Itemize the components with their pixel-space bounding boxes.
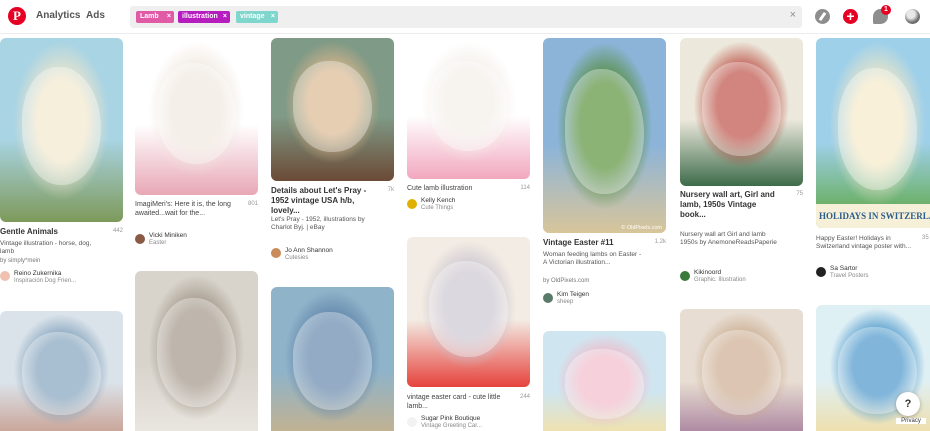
user-avatar[interactable]: [407, 199, 417, 209]
user-name[interactable]: Sugar Pink Boutique: [421, 415, 480, 422]
pin-save-count: 801: [247, 201, 258, 207]
pin-description: Nursery wall art Girl and lamb 1950s by …: [680, 231, 777, 246]
board-name[interactable]: Graphic. Illustration: [694, 277, 746, 283]
poster-banner: HOLIDAYS IN SWITZERLAND: [816, 204, 930, 228]
pin-save-count: 244: [519, 394, 530, 400]
pin-image[interactable]: [0, 38, 123, 222]
pin-image[interactable]: [0, 311, 123, 431]
pin-image[interactable]: [680, 38, 803, 186]
board-name[interactable]: Vintage Greeting Car...: [421, 423, 482, 429]
search-chip-lamb[interactable]: Lamb ×: [136, 11, 174, 23]
pin-title[interactable]: Details about Let's Pray - 1952 vintage …: [271, 186, 371, 216]
pin-source[interactable]: by OldPixels.com: [543, 278, 589, 284]
nav-analytics[interactable]: Analytics: [36, 10, 80, 21]
user-avatar[interactable]: [271, 248, 281, 258]
pin-save-count: 442: [112, 228, 123, 234]
board-name[interactable]: Easter: [149, 240, 166, 246]
search-chip-vintage[interactable]: vintage ×: [236, 11, 278, 23]
pin-title[interactable]: vintage easter card - cute little lamb..…: [407, 393, 507, 411]
pin-title[interactable]: Happy Easter! Holidays in Switzerland vi…: [816, 235, 916, 251]
pin-image[interactable]: [680, 309, 803, 431]
create-plus-icon[interactable]: +: [843, 9, 858, 24]
user-avatar[interactable]: [135, 234, 145, 244]
user-name[interactable]: Sa Sartor: [830, 265, 857, 272]
pin-image[interactable]: © OldPixels.com: [543, 38, 666, 233]
user-name[interactable]: Kim Teigen: [557, 291, 589, 298]
pin-image[interactable]: [271, 38, 394, 181]
user-avatar[interactable]: [816, 267, 826, 277]
pin-save-count: 114: [520, 185, 530, 191]
explore-compass-icon[interactable]: [815, 9, 830, 24]
chip-remove-icon[interactable]: ×: [223, 11, 227, 23]
board-name[interactable]: Cute Things: [421, 205, 453, 211]
chip-label: Lamb: [140, 13, 159, 20]
nav-ads[interactable]: Ads: [86, 10, 105, 21]
profile-avatar[interactable]: [905, 9, 920, 24]
user-avatar[interactable]: [680, 271, 690, 281]
clear-search-icon[interactable]: ×: [790, 9, 796, 21]
search-bar[interactable]: Lamb × illustration × vintage × ×: [130, 6, 802, 28]
board-name[interactable]: Cutesies: [285, 255, 308, 261]
pin-save-count: 75: [796, 191, 803, 197]
search-chip-illustration[interactable]: illustration ×: [178, 11, 230, 23]
board-name[interactable]: Inspiración Dog Frien...: [14, 278, 76, 284]
user-avatar[interactable]: [0, 271, 10, 281]
pin-title[interactable]: Nursery wall art, Girl and lamb, 1950s V…: [680, 190, 780, 220]
user-name[interactable]: Jo Ann Shannon: [285, 247, 333, 254]
pin-save-count: 1.2k: [654, 239, 666, 245]
notification-badge: 1: [881, 5, 891, 15]
pin-save-count: 35: [922, 235, 929, 241]
pin-title[interactable]: Gentle Animals: [0, 227, 100, 237]
chip-remove-icon[interactable]: ×: [271, 11, 275, 23]
chip-label: illustration: [182, 13, 218, 20]
pin-title[interactable]: ImagiMeri's: Here it is, the long awaite…: [135, 200, 235, 218]
help-button[interactable]: ?: [896, 392, 920, 416]
pin-description: Let's Pray - 1952, illustrations by Char…: [271, 216, 365, 231]
user-name[interactable]: Reino Zukernika: [14, 270, 61, 277]
board-name[interactable]: Travel Posters: [830, 273, 868, 279]
board-name[interactable]: sheep: [557, 299, 573, 305]
pin-title[interactable]: Cute lamb illustration: [407, 184, 507, 193]
pin-image[interactable]: [407, 237, 530, 387]
pin-description: Woman feeding lambs on Easter - A Victor…: [543, 251, 642, 266]
pin-save-count: 7k: [387, 187, 394, 193]
user-avatar[interactable]: [543, 293, 553, 303]
pin-title[interactable]: Vintage Easter #11: [543, 238, 643, 248]
privacy-link[interactable]: Privacy: [896, 418, 926, 424]
top-bar: P Analytics Ads Lamb × illustration × vi…: [0, 0, 930, 34]
pin-source[interactable]: by simply*mein: [0, 258, 40, 264]
chip-label: vintage: [240, 13, 265, 20]
user-name[interactable]: Kikinoord: [694, 269, 721, 276]
image-watermark: © OldPixels.com: [621, 225, 662, 231]
user-name[interactable]: Vicki Miniken: [149, 232, 187, 239]
pin-image[interactable]: [543, 331, 666, 431]
pin-image[interactable]: [407, 38, 530, 179]
user-name[interactable]: Kelly Kench: [421, 197, 455, 204]
user-avatar[interactable]: [407, 417, 417, 427]
chip-remove-icon[interactable]: ×: [167, 11, 171, 23]
pin-image[interactable]: HOLIDAYS IN SWITZERLAND: [816, 38, 930, 228]
pin-description: Vintage illustration - horse, dog, lamb: [0, 240, 92, 255]
pin-image[interactable]: [135, 271, 258, 431]
pin-image[interactable]: [271, 287, 394, 431]
pinterest-logo-icon[interactable]: P: [8, 7, 26, 25]
pin-image[interactable]: [135, 38, 258, 195]
poster-text: HOLIDAYS IN SWITZERLAND: [819, 211, 930, 221]
